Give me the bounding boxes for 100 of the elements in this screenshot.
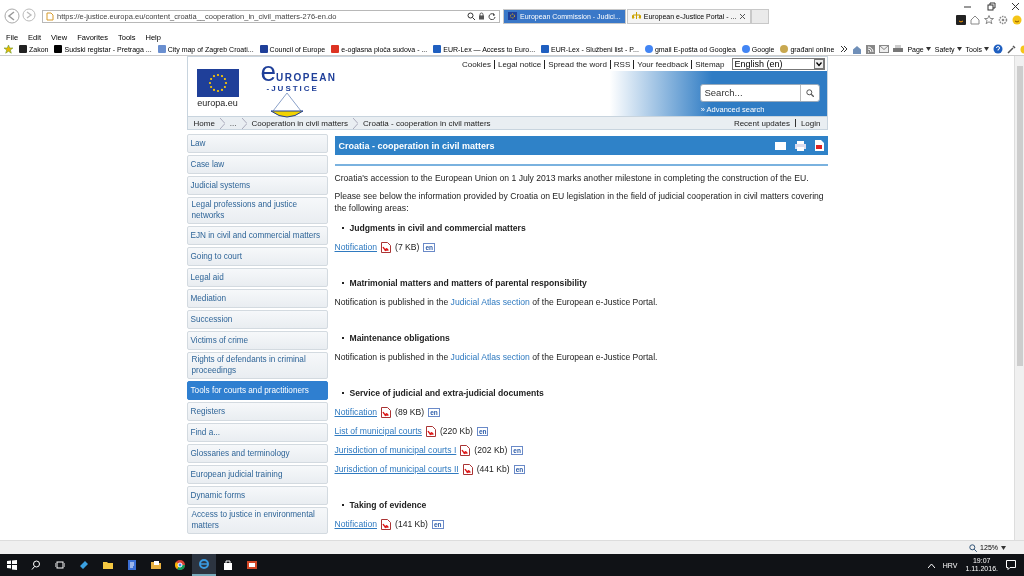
close-icon[interactable] — [1011, 2, 1020, 11]
scales-drawing — [268, 93, 305, 120]
header-link[interactable]: RSS — [609, 59, 634, 69]
feed-icon[interactable] — [866, 44, 876, 54]
chevron-double-icon[interactable] — [840, 45, 849, 53]
document-link[interactable]: Jurisdiction of municipal courts I — [334, 444, 457, 456]
sidebar-item[interactable]: Rights of defendants in criminal proceedings — [186, 352, 328, 379]
presentation-icon[interactable] — [247, 560, 257, 570]
sidebar-item[interactable]: Law — [186, 134, 328, 153]
page-icon — [46, 11, 54, 21]
atlas-link[interactable]: Judicial Atlas section — [450, 352, 530, 362]
task-view-icon[interactable] — [55, 560, 65, 570]
close-icon[interactable] — [739, 12, 747, 20]
document-link[interactable]: Notification — [334, 241, 377, 253]
star-icon[interactable] — [984, 15, 994, 25]
caret-icon — [956, 47, 962, 51]
circle-logo-icon[interactable] — [175, 560, 185, 570]
sidebar-item[interactable]: Tools for courts and practitioners — [186, 381, 328, 400]
sidebar-item[interactable]: Glossaries and terminology — [186, 444, 328, 463]
document-link[interactable]: Jurisdiction of municipal courts II — [334, 463, 459, 475]
help-icon[interactable] — [992, 44, 1003, 54]
file-size: (141 Kb) — [395, 518, 428, 530]
home-icon[interactable] — [970, 15, 980, 25]
favorites-star-icon[interactable] — [4, 44, 13, 54]
document-link[interactable]: Notification — [334, 518, 377, 530]
chevron-right-icon — [219, 117, 225, 129]
sidebar-item[interactable]: Access to justice in environmental matters — [186, 507, 328, 534]
flag-icon — [508, 12, 517, 20]
sidebar-item[interactable]: Going to court — [186, 247, 328, 266]
zoom-icon — [969, 543, 978, 552]
logo-text: UROPEAN — [276, 73, 337, 84]
sidebar-item[interactable]: Judicial systems — [186, 176, 328, 195]
header-link[interactable]: Cookies — [459, 59, 494, 69]
sidebar-item[interactable]: Mediation — [186, 289, 328, 308]
pdf-icon — [381, 406, 391, 418]
shopping-bag-icon[interactable] — [223, 560, 233, 570]
section-heading: Judgments in civil and commercial matters — [349, 222, 526, 234]
eu-flag-icon — [196, 69, 239, 97]
printer-icon[interactable] — [893, 44, 904, 54]
breadcrumb-link[interactable]: Cooperation in civil matters — [251, 118, 348, 128]
folder-icon[interactable] — [103, 560, 113, 570]
header-link[interactable]: Recent updates — [733, 118, 790, 128]
printer-icon[interactable] — [794, 140, 806, 151]
atlas-link[interactable]: Judicial Atlas section — [450, 297, 530, 307]
restore-icon[interactable] — [987, 2, 996, 11]
breadcrumb-link[interactable]: Croatia - cooperation in civil matters — [363, 118, 491, 128]
caret-icon — [925, 47, 931, 51]
sidebar-item[interactable]: Legal aid — [186, 268, 328, 287]
app-icon[interactable] — [956, 15, 966, 25]
dropdown-arrow-icon[interactable] — [813, 59, 824, 69]
search-icon[interactable] — [467, 12, 475, 20]
sidebar-item[interactable]: European judicial training — [186, 465, 328, 484]
site-icon — [780, 45, 789, 53]
refresh-icon[interactable] — [488, 12, 496, 20]
browser-icon[interactable] — [199, 559, 209, 569]
site-icon — [644, 45, 653, 53]
sidebar-item[interactable]: Legal professions and justice networks — [186, 197, 328, 224]
sidebar-item[interactable]: Victims of crime — [186, 331, 328, 350]
pdf-icon — [462, 463, 473, 475]
sidebar-item[interactable]: Find a... — [186, 423, 328, 442]
sidebar-item[interactable]: Succession — [186, 310, 328, 329]
header-link[interactable]: Sitemap — [691, 59, 728, 69]
sidebar-item[interactable]: Registers — [186, 402, 328, 421]
site-icon — [433, 45, 442, 53]
scrollbar[interactable] — [1014, 56, 1024, 540]
header-link[interactable]: Spread the word — [544, 59, 610, 69]
tool-icon[interactable] — [1006, 44, 1016, 54]
envelope-icon[interactable] — [774, 141, 786, 150]
section-heading: Maintenance obligations — [349, 332, 450, 344]
smiley-icon[interactable] — [1012, 15, 1022, 25]
site-icon — [541, 45, 550, 53]
folder-icon[interactable] — [151, 560, 161, 570]
header-link[interactable]: Your feedback — [633, 59, 692, 69]
back-button[interactable] — [4, 8, 20, 24]
document-link[interactable]: List of municipal courts — [334, 425, 422, 437]
section-heading: Service of judicial and extra-judicial documents — [349, 387, 544, 399]
search-icon — [805, 89, 814, 97]
settings-icon[interactable] — [998, 15, 1008, 25]
document-link[interactable]: Notification — [334, 406, 377, 418]
sidebar-item[interactable]: Case law — [186, 155, 328, 174]
lock-icon — [478, 12, 485, 20]
section-heading: Matrimonial matters and matters of parental responsibility — [349, 277, 587, 289]
windows-icon[interactable] — [7, 560, 17, 570]
mail-icon[interactable] — [879, 45, 890, 53]
language-select[interactable]: English (en) — [731, 58, 825, 70]
header-link[interactable]: Login — [800, 118, 821, 128]
header-link[interactable]: Legal notice — [493, 59, 545, 69]
pdf-icon[interactable] — [814, 140, 824, 151]
breadcrumb-link[interactable]: Home — [193, 118, 215, 128]
sidebar-item[interactable]: Dynamic forms — [186, 486, 328, 505]
caret-icon — [1001, 545, 1006, 550]
europa-label: europa.eu — [197, 98, 238, 108]
file-size: (220 Kb) — [439, 425, 473, 437]
sidebar-item[interactable]: EJN in civil and commercial matters — [186, 226, 328, 245]
search-icon[interactable] — [31, 560, 41, 570]
breadcrumb-link[interactable]: ... — [229, 118, 237, 128]
site-icon — [157, 45, 166, 53]
chevron-up-icon[interactable] — [927, 562, 935, 568]
speech-bubble-icon[interactable] — [1006, 560, 1016, 570]
document-icon[interactable] — [127, 560, 137, 570]
